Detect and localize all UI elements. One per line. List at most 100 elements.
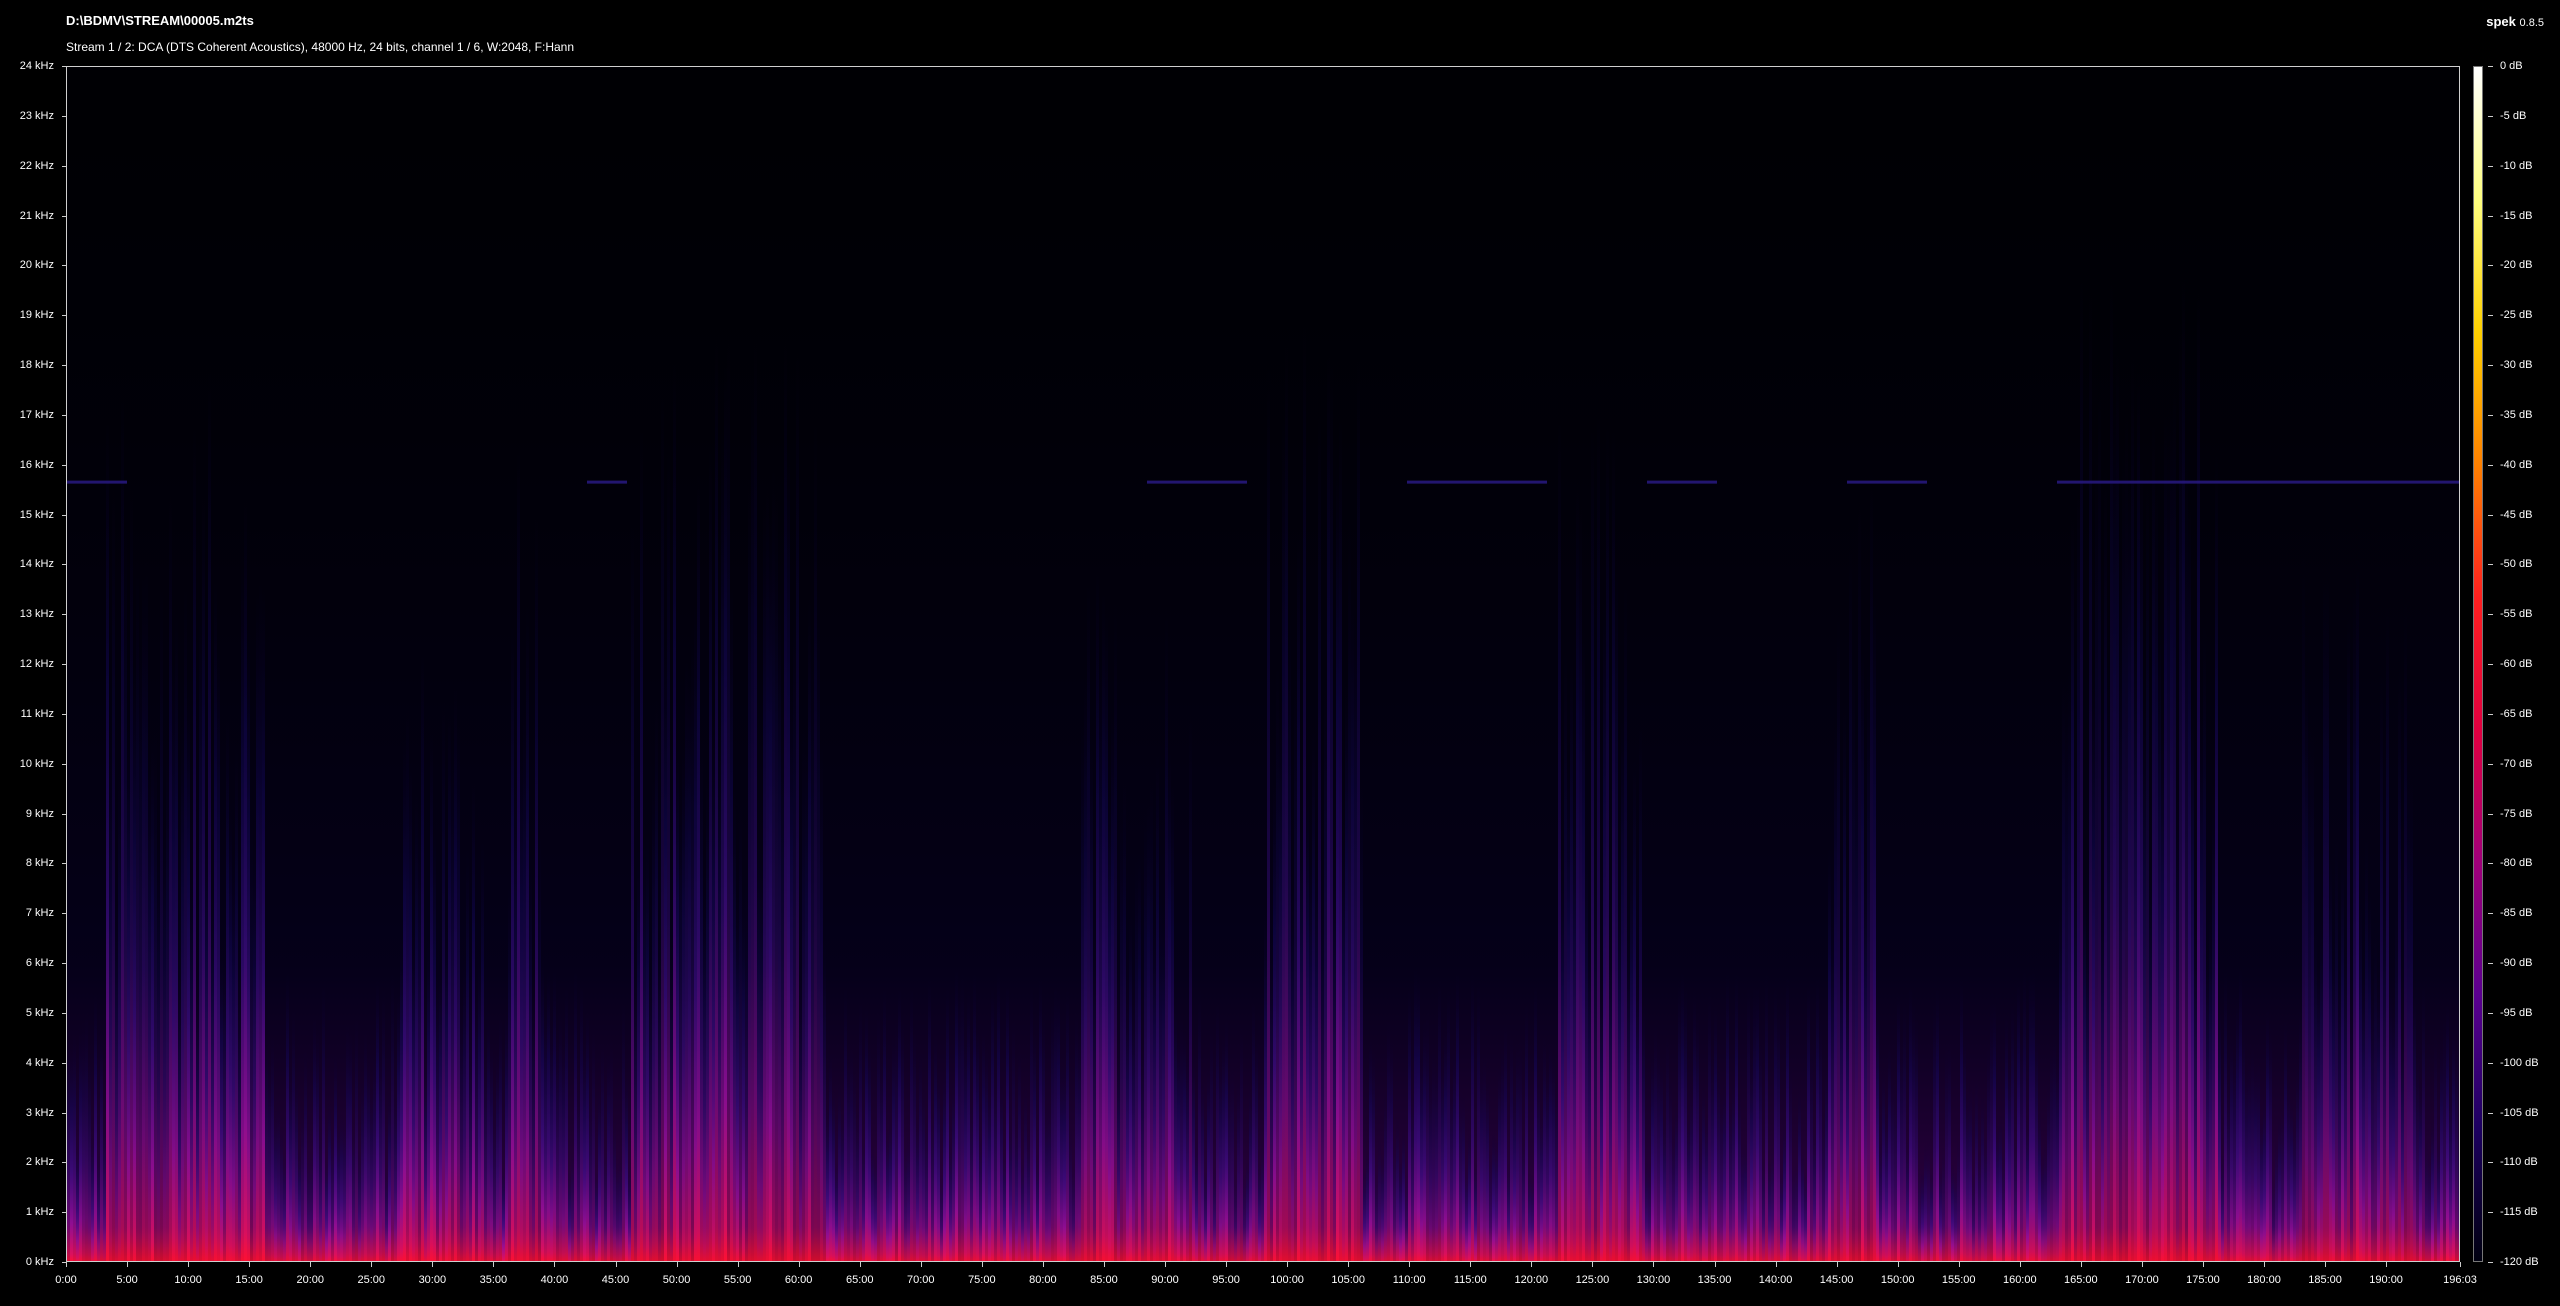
spectrum-column	[106, 421, 109, 1261]
spectrum-column	[925, 1118, 928, 1261]
spectrum-column	[1723, 1082, 1726, 1261]
spectrum-column	[1684, 986, 1687, 1261]
spectrum-column	[1855, 715, 1858, 1261]
spectrum-column	[2098, 376, 2101, 1261]
spectrum-column	[271, 1033, 274, 1261]
spectrum-column	[1381, 1151, 1384, 1261]
spectrum-column	[1780, 1170, 1783, 1261]
db-tick-label: -115 dB	[2500, 1206, 2538, 1219]
spectrum-column	[2371, 986, 2374, 1261]
spectrum-column	[442, 701, 445, 1261]
freq-tick-label: 23 kHz	[19, 109, 54, 122]
spectrum-column	[1741, 1139, 1744, 1261]
spectrum-column	[433, 828, 436, 1261]
db-tick-label: -35 dB	[2500, 408, 2533, 421]
spectrum-column	[1762, 1155, 1765, 1261]
spectrum-column	[1654, 1021, 1657, 1261]
spectrum-column	[532, 990, 535, 1261]
time-tick-label: 35:00	[479, 1274, 508, 1286]
time-tick-label: 20:00	[296, 1274, 324, 1286]
spectrum-column	[1177, 1037, 1180, 1261]
spectrum-column	[988, 1085, 991, 1261]
spectrum-column	[475, 985, 478, 1261]
spectrum-column	[226, 715, 229, 1261]
spectrum-column	[397, 992, 400, 1261]
spectrum-column	[1813, 1124, 1816, 1261]
spectrogram-plot[interactable]	[66, 66, 2460, 1262]
spectrum-column	[2377, 984, 2380, 1261]
time-tick-mark	[981, 1262, 983, 1267]
time-tick-label: 60:00	[784, 1274, 813, 1286]
spectrum-column	[1720, 1090, 1723, 1261]
spectrum-column	[70, 1042, 73, 1261]
db-tick-mark	[2488, 115, 2493, 117]
spectrum-column	[283, 1151, 286, 1261]
time-tick-label: 30:00	[418, 1274, 447, 1286]
db-tick-mark	[2488, 763, 2493, 765]
spectrum-column	[1102, 592, 1105, 1261]
spectrum-column	[805, 734, 808, 1261]
spectrum-column	[1750, 1057, 1753, 1261]
time-tick-mark	[2325, 1262, 2327, 1267]
spectrum-column	[289, 1066, 292, 1261]
spectrum-column	[2149, 872, 2152, 1261]
spectrum-column	[430, 733, 433, 1261]
spectrum-column	[2395, 896, 2398, 1261]
time-tick-label: 125:00	[1575, 1274, 1610, 1286]
spectrum-column	[367, 1054, 370, 1261]
spectrum-column	[1714, 1005, 1717, 1261]
spectrum-column	[559, 1008, 562, 1261]
spectrum-column	[1315, 853, 1318, 1261]
spectrum-column	[1507, 1163, 1510, 1261]
spectrum-column	[133, 663, 136, 1261]
time-tick-label: 0:00	[55, 1274, 77, 1286]
spectrum-column	[2218, 1004, 2221, 1261]
spectrum-column	[1834, 724, 1837, 1261]
spectrum-column	[1351, 585, 1354, 1261]
time-tick-mark	[1958, 1262, 1960, 1267]
spectrum-column	[1909, 984, 1912, 1261]
spectrum-column	[1249, 1085, 1252, 1261]
spectrum-column	[319, 1130, 322, 1261]
db-tick-mark	[2488, 165, 2493, 167]
spectrum-column	[211, 881, 214, 1261]
spectrum-column	[2221, 1153, 2224, 1261]
spectrum-column	[292, 1007, 295, 1261]
spectrum-column	[652, 774, 655, 1261]
spectrum-column	[220, 947, 223, 1261]
spectrum-column	[1972, 1173, 1975, 1261]
time-tick-mark	[798, 1262, 800, 1267]
spectrum-column	[1927, 1139, 1930, 1261]
spectrum-column	[331, 1128, 334, 1261]
time-tick-mark	[2019, 1262, 2021, 1267]
spectrum-column	[184, 582, 187, 1261]
spectrum-column	[709, 441, 712, 1261]
spectrum-column	[1510, 1034, 1513, 1261]
spectrum-column	[490, 1041, 493, 1261]
spectrum-column	[850, 1042, 853, 1261]
spectrum-column	[961, 973, 964, 1261]
spectrum-column	[151, 737, 154, 1261]
spectrum-column	[232, 853, 235, 1261]
spectrum-column	[1024, 1083, 1027, 1261]
spectrum-column	[901, 1015, 904, 1261]
spectrum-column	[766, 484, 769, 1261]
spectrum-column	[139, 629, 142, 1261]
spectrum-column	[670, 942, 673, 1261]
spectrum-column	[229, 806, 232, 1261]
time-tick-label: 115:00	[1453, 1274, 1487, 1286]
db-tick-label: -85 dB	[2500, 907, 2533, 920]
db-tick-label: 0 dB	[2500, 60, 2523, 72]
spectrum-column	[820, 742, 823, 1261]
spectrum-column	[1201, 1077, 1204, 1261]
spectrum-column	[1003, 1147, 1006, 1261]
db-tick-mark	[2488, 913, 2493, 915]
spectrum-column	[2008, 1061, 2011, 1261]
spectrum-column	[1027, 1131, 1030, 1261]
spectrum-column	[388, 1091, 391, 1261]
spectrum-column	[2416, 1051, 2419, 1261]
stream-info: Stream 1 / 2: DCA (DTS Coherent Acoustic…	[66, 40, 575, 54]
spectrum-column	[622, 998, 625, 1261]
time-tick-label: 180:00	[2247, 1274, 2281, 1286]
time-tick-mark	[1103, 1262, 1105, 1267]
